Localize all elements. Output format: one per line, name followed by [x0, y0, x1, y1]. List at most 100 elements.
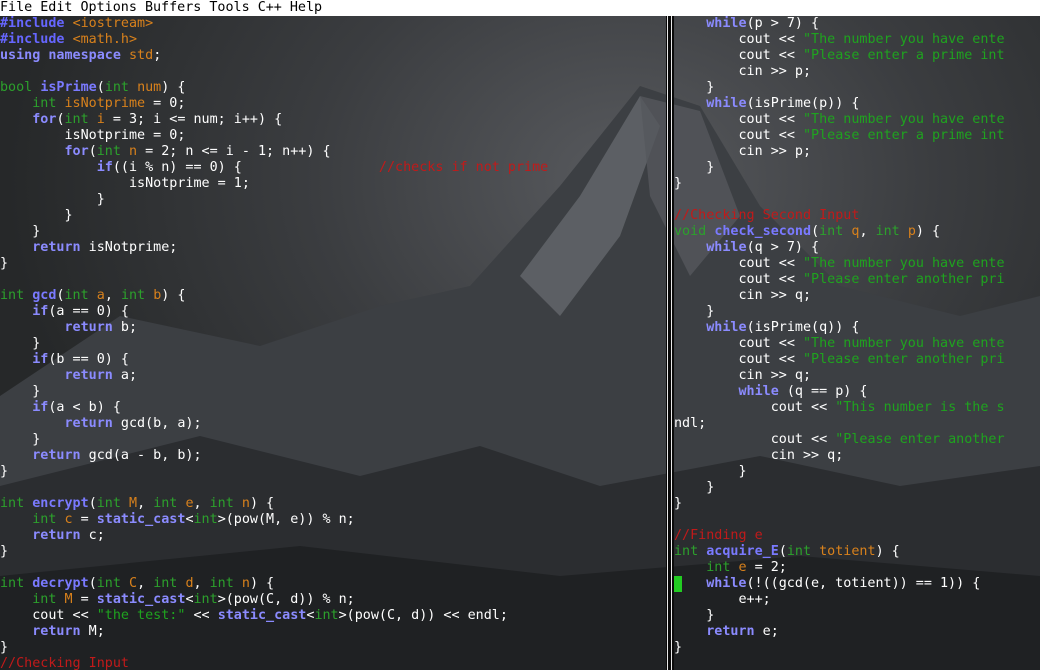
code-token: return — [32, 448, 81, 463]
code-token: } — [674, 480, 715, 495]
code-line[interactable]: isNotprime = 0; — [0, 128, 666, 144]
code-line[interactable]: return gcd(b, a); — [0, 416, 666, 432]
code-line[interactable]: cin >> p; — [674, 144, 1040, 160]
code-line[interactable]: while(p > 7) { — [674, 16, 1040, 32]
code-line[interactable]: int isNotprime = 0; — [0, 96, 666, 112]
code-line[interactable]: } — [674, 304, 1040, 320]
code-line[interactable]: } — [0, 432, 666, 448]
code-line[interactable]: while(isPrime(q)) { — [674, 320, 1040, 336]
code-line[interactable] — [0, 64, 666, 80]
code-line[interactable]: } — [0, 384, 666, 400]
code-line[interactable]: #include <iostream> — [0, 16, 666, 32]
code-line[interactable]: } — [0, 208, 666, 224]
code-line[interactable]: int c = static_cast<int>(pow(M, e)) % n; — [0, 512, 666, 528]
code-line[interactable]: cin >> q; — [674, 288, 1040, 304]
code-line[interactable]: } — [0, 256, 666, 272]
code-line[interactable]: void check_second(int q, int p) { — [674, 224, 1040, 240]
menu-item-edit[interactable]: Edit — [40, 0, 80, 16]
code-line[interactable]: cout << "The number you have ente — [674, 256, 1040, 272]
code-line[interactable]: int M = static_cast<int>(pow(C, d)) % n; — [0, 592, 666, 608]
code-line[interactable]: if(a < b) { — [0, 400, 666, 416]
code-line[interactable]: } — [674, 480, 1040, 496]
code-token: n — [241, 576, 250, 591]
code-line[interactable]: } — [674, 160, 1040, 176]
code-line[interactable] — [674, 512, 1040, 528]
menu-item-file[interactable]: File — [0, 0, 40, 16]
code-line[interactable]: } — [674, 496, 1040, 512]
code-line[interactable]: cout << "This number is the s — [674, 400, 1040, 416]
code-line[interactable]: return c; — [0, 528, 666, 544]
code-token: "Please enter another pri — [803, 352, 1005, 367]
code-line[interactable] — [0, 560, 666, 576]
code-line[interactable]: } — [0, 192, 666, 208]
code-line[interactable]: //Checking Input — [0, 656, 666, 670]
code-token: ndl; — [674, 416, 707, 431]
code-line[interactable]: } — [0, 640, 666, 656]
code-line[interactable]: } — [0, 336, 666, 352]
code-line[interactable]: return isNotprime; — [0, 240, 666, 256]
code-line[interactable]: ndl; — [674, 416, 1040, 432]
code-line[interactable]: int acquire_E(int totient) { — [674, 544, 1040, 560]
code-line[interactable]: } — [674, 640, 1040, 656]
code-line[interactable]: return b; — [0, 320, 666, 336]
code-line[interactable]: cout << "Please enter a prime int — [674, 48, 1040, 64]
code-line[interactable]: cin >> q; — [674, 448, 1040, 464]
code-line[interactable]: using namespace std; — [0, 48, 666, 64]
code-line[interactable]: } — [0, 544, 666, 560]
right-code-pane[interactable]: while(p > 7) { cout << "The number you h… — [674, 16, 1040, 670]
code-token: } — [0, 384, 41, 399]
code-line[interactable]: int e = 2; — [674, 560, 1040, 576]
code-line[interactable]: while(q > 7) { — [674, 240, 1040, 256]
code-line[interactable]: return M; — [0, 624, 666, 640]
code-line[interactable]: isNotprime = 1; — [0, 176, 666, 192]
code-line[interactable]: return gcd(a - b, b); — [0, 448, 666, 464]
code-line[interactable]: while(isPrime(p)) { — [674, 96, 1040, 112]
menu-item-options[interactable]: Options — [81, 0, 145, 16]
code-line[interactable]: while (q == p) { — [674, 384, 1040, 400]
code-line[interactable]: cout << "the test:" << static_cast<int>(… — [0, 608, 666, 624]
code-line[interactable]: cin >> q; — [674, 368, 1040, 384]
code-token: while — [706, 320, 747, 335]
code-line[interactable]: } — [0, 224, 666, 240]
menu-item-tools[interactable]: Tools — [209, 0, 257, 16]
menu-item-help[interactable]: Help — [290, 0, 330, 16]
code-line[interactable]: return a; — [0, 368, 666, 384]
left-code-pane[interactable]: #include <iostream> #include <math.h> usin… — [0, 16, 666, 670]
window-divider[interactable] — [666, 16, 674, 670]
code-line[interactable]: } — [674, 176, 1040, 192]
menu-item-c-[interactable]: C++ — [258, 0, 290, 16]
code-line[interactable]: } — [674, 464, 1040, 480]
code-line[interactable]: cout << "The number you have ente — [674, 336, 1040, 352]
code-line[interactable]: } — [674, 608, 1040, 624]
code-line[interactable]: int decrypt(int C, int d, int n) { — [0, 576, 666, 592]
code-line[interactable]: for(int i = 3; i <= num; i++) { — [0, 112, 666, 128]
code-line[interactable]: } — [0, 464, 666, 480]
code-line[interactable]: cout << "The number you have ente — [674, 32, 1040, 48]
code-line[interactable] — [0, 272, 666, 288]
code-line[interactable]: cout << "The number you have ente — [674, 112, 1040, 128]
code-line[interactable]: #include <math.h> — [0, 32, 666, 48]
code-line[interactable]: cout << "Please enter another pri — [674, 352, 1040, 368]
code-token: while — [706, 576, 747, 591]
code-line[interactable]: int gcd(int a, int b) { — [0, 288, 666, 304]
code-line[interactable]: cout << "Please enter another — [674, 432, 1040, 448]
code-line[interactable]: } — [674, 80, 1040, 96]
code-line[interactable]: e++; — [674, 592, 1040, 608]
code-line[interactable]: while(!((gcd(e, totient)) == 1)) { — [674, 576, 1040, 592]
code-line[interactable]: return e; — [674, 624, 1040, 640]
code-line[interactable]: for(int n = 2; n <= i - 1; n++) { — [0, 144, 666, 160]
code-line[interactable] — [0, 480, 666, 496]
code-line[interactable]: if(b == 0) { — [0, 352, 666, 368]
code-line[interactable]: cout << "Please enter a prime int — [674, 128, 1040, 144]
code-line[interactable]: bool isPrime(int num) { — [0, 80, 666, 96]
code-line[interactable]: int encrypt(int M, int e, int n) { — [0, 496, 666, 512]
code-line[interactable]: //Finding e — [674, 528, 1040, 544]
code-line[interactable] — [674, 192, 1040, 208]
menu-item-buffers[interactable]: Buffers — [145, 0, 209, 16]
code-line[interactable]: if(a == 0) { — [0, 304, 666, 320]
code-line[interactable]: cout << "Please enter another pri — [674, 272, 1040, 288]
code-line[interactable]: //Checking Second Input — [674, 208, 1040, 224]
code-line[interactable]: if((i % n) == 0) { //checks if not prime — [0, 160, 666, 176]
code-line[interactable]: cin >> p; — [674, 64, 1040, 80]
